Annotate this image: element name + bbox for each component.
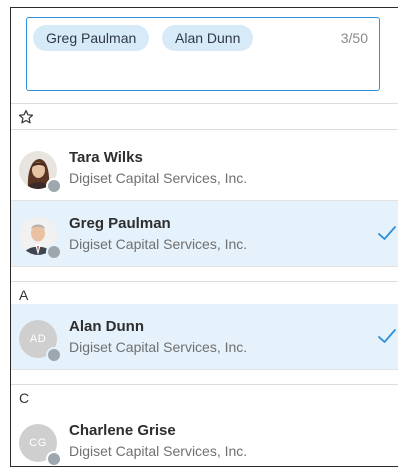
people-picker-panel: Greg Paulman Alan Dunn 3/50 Tara Wilks D… <box>10 7 398 467</box>
contact-name: Charlene Grise <box>69 422 176 439</box>
star-outline-icon <box>18 110 34 124</box>
checkmark-icon <box>378 226 396 240</box>
selection-counter: 3/50 <box>340 30 368 46</box>
contact-company: Digiset Capital Services, Inc. <box>69 443 248 459</box>
contact-row[interactable]: Tara Wilks Digiset Capital Services, Inc… <box>11 135 398 201</box>
presence-status-dot <box>46 347 62 363</box>
contact-company: Digiset Capital Services, Inc. <box>69 339 248 355</box>
contact-company: Digiset Capital Services, Inc. <box>69 170 248 186</box>
contact-name: Alan Dunn <box>69 318 144 335</box>
contact-name: Tara Wilks <box>69 149 143 166</box>
contact-row[interactable]: AD Alan Dunn Digiset Capital Services, I… <box>11 304 398 370</box>
recipient-input[interactable]: Greg Paulman Alan Dunn 3/50 <box>26 17 380 91</box>
selected-chip[interactable]: Greg Paulman <box>33 25 150 51</box>
letter-section-header-c: C <box>11 384 398 411</box>
checkmark-icon <box>378 329 396 343</box>
contact-row[interactable]: CG Charlene Grise Digiset Capital Servic… <box>11 408 398 466</box>
selected-chip[interactable]: Alan Dunn <box>162 25 254 51</box>
presence-status-dot <box>46 178 62 194</box>
presence-status-dot <box>46 244 62 260</box>
presence-status-dot <box>46 451 62 466</box>
favorites-section-header <box>11 103 398 130</box>
contact-name: Greg Paulman <box>69 215 171 232</box>
contact-company: Digiset Capital Services, Inc. <box>69 236 248 252</box>
contact-row[interactable]: Greg Paulman Digiset Capital Services, I… <box>11 201 398 267</box>
